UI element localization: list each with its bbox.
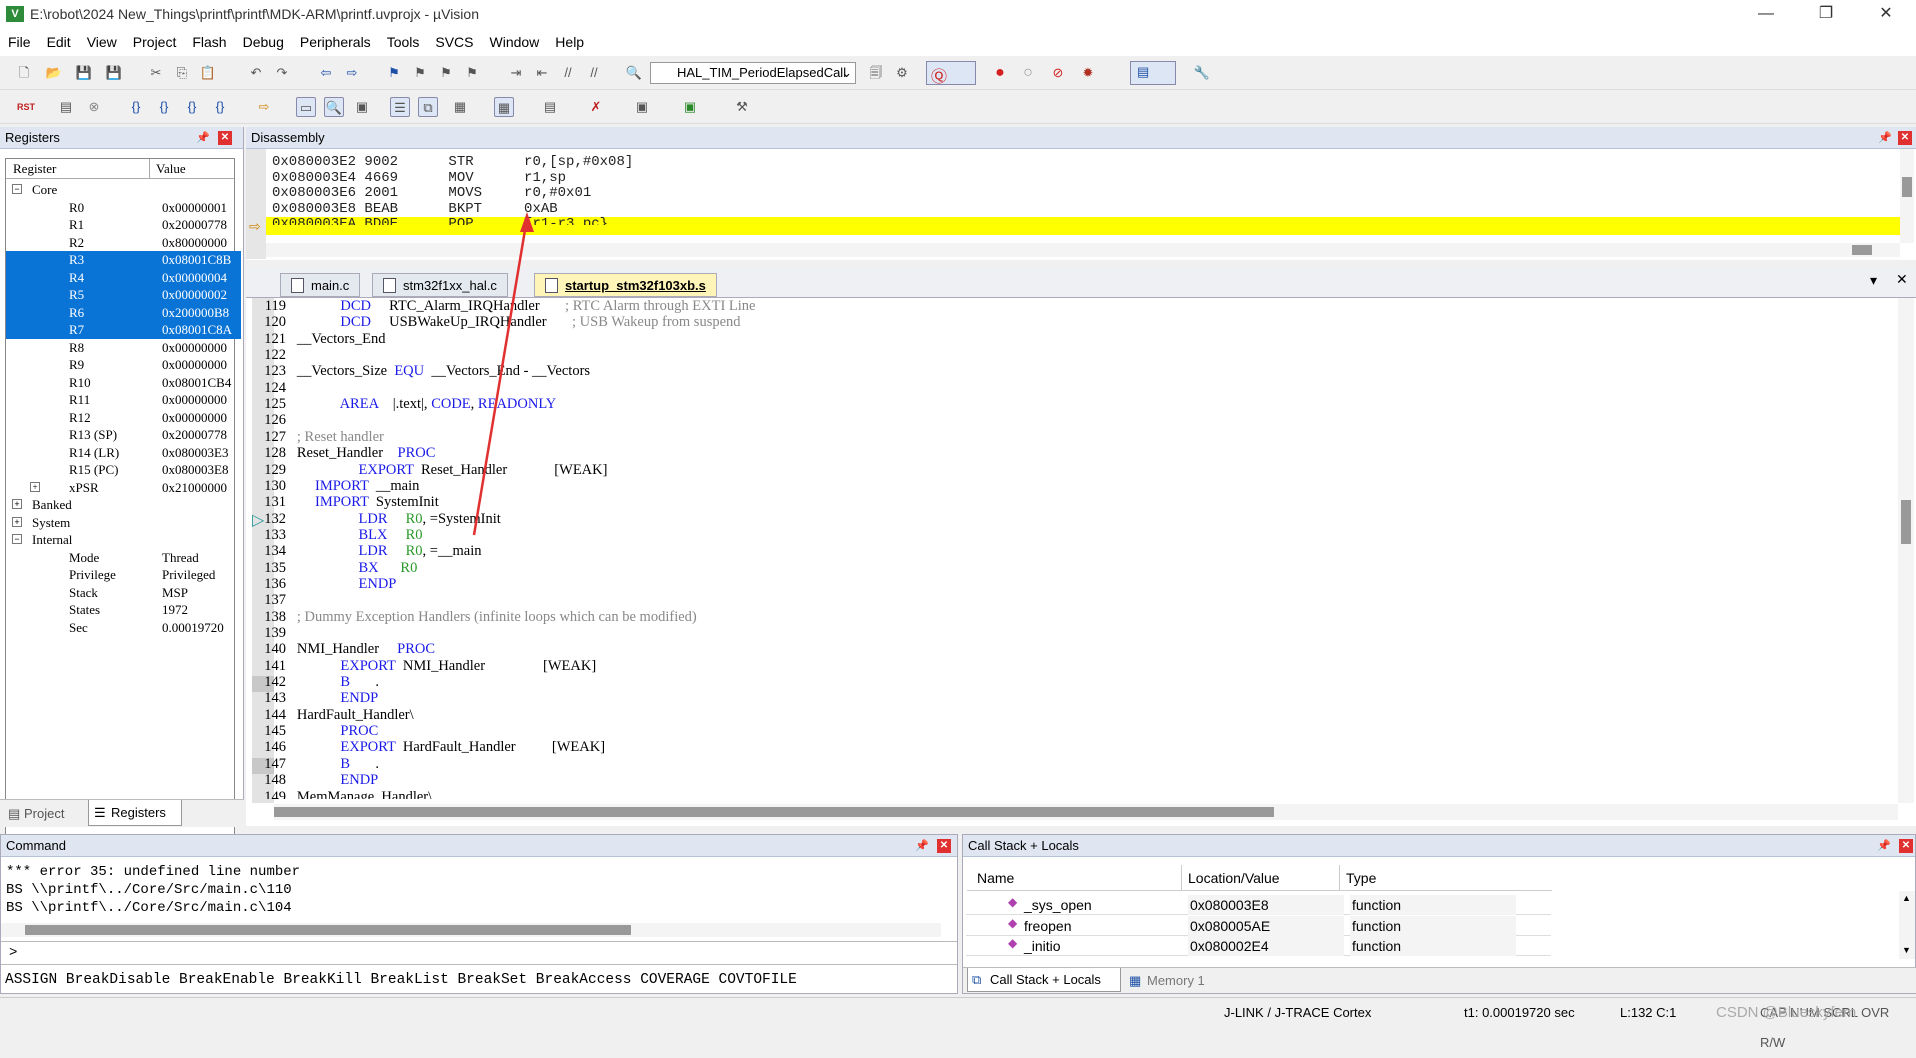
callstack-scrollbar[interactable]: ▲ ▼ [1899, 891, 1915, 959]
status-position: L:132 C:1 [1620, 1005, 1677, 1020]
tab-memory-1[interactable]: ▦ Memory 1 [1125, 970, 1215, 992]
command-header: Command 📌 ✕ [1, 835, 957, 857]
status-debugger: J-LINK / J-TRACE Cortex [1224, 1005, 1372, 1020]
col-name: Name [977, 870, 1015, 886]
col-type: Type [1339, 865, 1376, 891]
tab-callstack-locals[interactable]: ⧉ Call Stack + Locals [967, 968, 1121, 992]
callstack-location: 0x080003E8 [1188, 895, 1344, 915]
callstack-name: _sys_open [1024, 897, 1092, 913]
memory-icon: ▦ [1129, 973, 1142, 988]
callstack-row[interactable]: ◆ freopen 0x080005AE function [966, 915, 1551, 936]
callstack-type: function [1350, 936, 1516, 956]
status-time: t1: 0.00019720 sec [1464, 1005, 1575, 1020]
pin-icon[interactable]: 📌 [915, 839, 929, 853]
command-pane: Command 📌 ✕ *** error 35: undefined line… [0, 834, 958, 994]
callstack-type: function [1350, 915, 1516, 936]
callstack-header: Call Stack + Locals 📌 ✕ [963, 835, 1915, 857]
callstack-tabs: ⧉ Call Stack + Locals ▦ Memory 1 [963, 967, 1916, 993]
command-output-line: BS \\printf\../Core/Src/main.c\110 [6, 882, 292, 898]
function-icon: ◆ [1008, 895, 1018, 909]
function-icon: ◆ [1008, 936, 1018, 950]
callstack-row[interactable]: ◆ _sys_open 0x080003E8 function [966, 895, 1551, 915]
command-output-line: *** error 35: undefined line number [6, 864, 301, 880]
command-input[interactable]: > [1, 941, 957, 965]
watermark: CSDN @Blueskyfern [1716, 1004, 1857, 1021]
col-location: Location/Value [1181, 865, 1280, 891]
function-icon: ◆ [1008, 915, 1018, 930]
callstack-type: function [1350, 895, 1516, 915]
callstack-name: freopen [1024, 917, 1072, 934]
command-prompt: > [9, 945, 18, 961]
close-icon[interactable]: ✕ [1899, 839, 1913, 853]
pin-icon[interactable]: 📌 [1877, 839, 1891, 853]
callstack-name: _initio [1024, 938, 1061, 954]
callstack-icon: ⧉ [972, 972, 982, 987]
command-hint: ASSIGN BreakDisable BreakEnable BreakKil… [5, 972, 797, 988]
callstack-location: 0x080005AE [1188, 915, 1344, 936]
callstack-columns: Name Location/Value Type [967, 865, 1552, 891]
callstack-row[interactable]: ◆ _initio 0x080002E4 function [966, 936, 1551, 956]
status-bar: J-LINK / J-TRACE Cortex t1: 0.00019720 s… [0, 997, 1916, 1050]
command-output-line: BS \\printf\../Core/Src/main.c\104 [6, 900, 292, 916]
callstack-location: 0x080002E4 [1188, 936, 1344, 956]
close-icon[interactable]: ✕ [937, 839, 951, 853]
command-hscrollbar[interactable] [1, 923, 941, 937]
